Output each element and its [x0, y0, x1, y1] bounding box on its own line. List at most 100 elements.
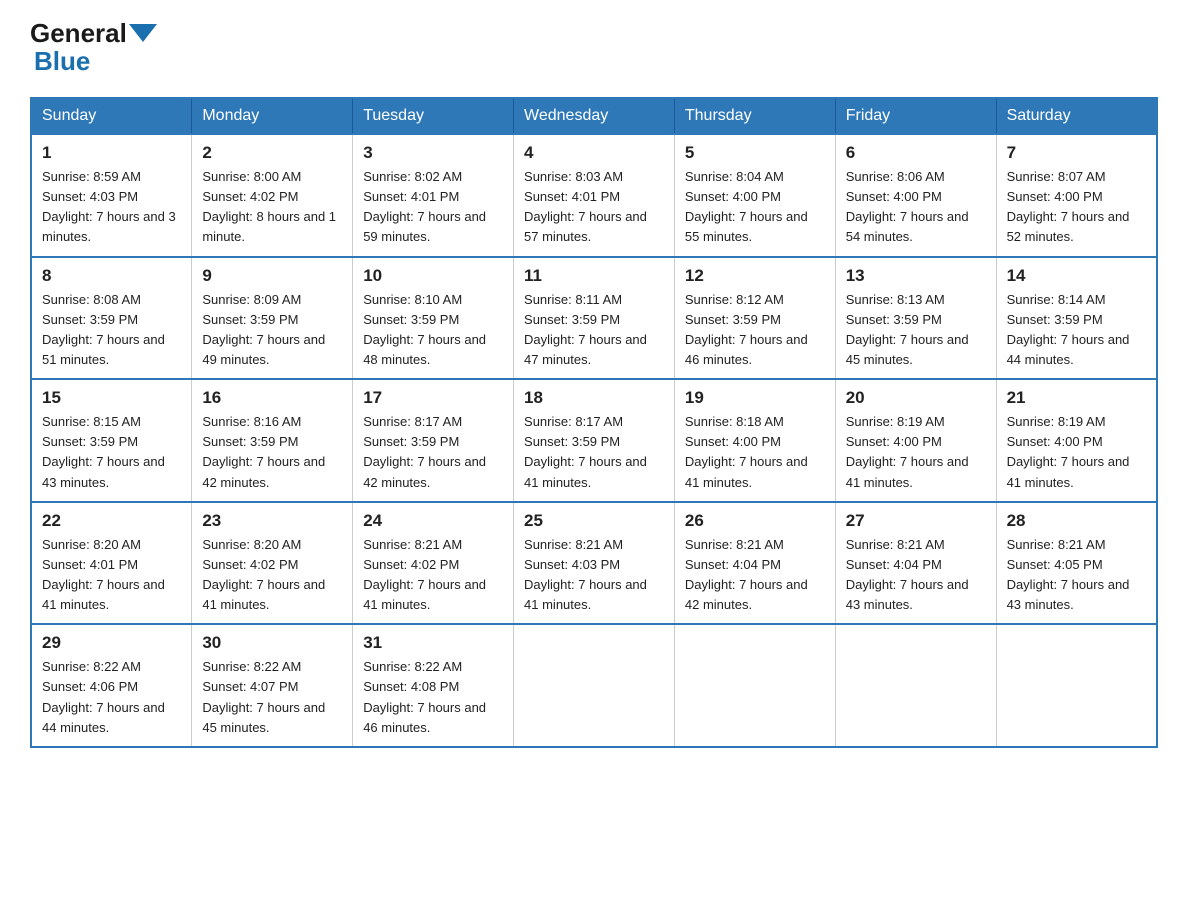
weekday-header-monday: Monday — [192, 98, 353, 134]
day-info: Sunrise: 8:02 AM Sunset: 4:01 PM Dayligh… — [363, 167, 503, 248]
calendar-day-cell: 12 Sunrise: 8:12 AM Sunset: 3:59 PM Dayl… — [674, 257, 835, 380]
weekday-header-friday: Friday — [835, 98, 996, 134]
calendar-day-cell: 16 Sunrise: 8:16 AM Sunset: 3:59 PM Dayl… — [192, 379, 353, 502]
day-info: Sunrise: 8:17 AM Sunset: 3:59 PM Dayligh… — [363, 412, 503, 493]
calendar-day-cell: 26 Sunrise: 8:21 AM Sunset: 4:04 PM Dayl… — [674, 502, 835, 625]
day-info: Sunrise: 8:17 AM Sunset: 3:59 PM Dayligh… — [524, 412, 664, 493]
logo-text-general: General — [30, 20, 127, 46]
day-number: 31 — [363, 633, 503, 653]
calendar-day-cell — [674, 624, 835, 747]
calendar-day-cell: 19 Sunrise: 8:18 AM Sunset: 4:00 PM Dayl… — [674, 379, 835, 502]
day-number: 14 — [1007, 266, 1146, 286]
calendar-day-cell: 28 Sunrise: 8:21 AM Sunset: 4:05 PM Dayl… — [996, 502, 1157, 625]
day-info: Sunrise: 8:21 AM Sunset: 4:04 PM Dayligh… — [846, 535, 986, 616]
calendar-week-row: 22 Sunrise: 8:20 AM Sunset: 4:01 PM Dayl… — [31, 502, 1157, 625]
day-number: 17 — [363, 388, 503, 408]
calendar-week-row: 1 Sunrise: 8:59 AM Sunset: 4:03 PM Dayli… — [31, 134, 1157, 257]
calendar-day-cell: 11 Sunrise: 8:11 AM Sunset: 3:59 PM Dayl… — [514, 257, 675, 380]
day-info: Sunrise: 8:11 AM Sunset: 3:59 PM Dayligh… — [524, 290, 664, 371]
calendar-body: 1 Sunrise: 8:59 AM Sunset: 4:03 PM Dayli… — [31, 134, 1157, 747]
calendar-day-cell: 2 Sunrise: 8:00 AM Sunset: 4:02 PM Dayli… — [192, 134, 353, 257]
calendar-day-cell: 18 Sunrise: 8:17 AM Sunset: 3:59 PM Dayl… — [514, 379, 675, 502]
day-info: Sunrise: 8:07 AM Sunset: 4:00 PM Dayligh… — [1007, 167, 1146, 248]
day-number: 18 — [524, 388, 664, 408]
day-number: 26 — [685, 511, 825, 531]
day-info: Sunrise: 8:20 AM Sunset: 4:02 PM Dayligh… — [202, 535, 342, 616]
day-number: 10 — [363, 266, 503, 286]
calendar-day-cell: 5 Sunrise: 8:04 AM Sunset: 4:00 PM Dayli… — [674, 134, 835, 257]
day-number: 28 — [1007, 511, 1146, 531]
day-number: 7 — [1007, 143, 1146, 163]
day-number: 16 — [202, 388, 342, 408]
day-number: 1 — [42, 143, 181, 163]
day-info: Sunrise: 8:59 AM Sunset: 4:03 PM Dayligh… — [42, 167, 181, 248]
weekday-header-thursday: Thursday — [674, 98, 835, 134]
calendar-day-cell: 21 Sunrise: 8:19 AM Sunset: 4:00 PM Dayl… — [996, 379, 1157, 502]
day-info: Sunrise: 8:06 AM Sunset: 4:00 PM Dayligh… — [846, 167, 986, 248]
calendar-table: SundayMondayTuesdayWednesdayThursdayFrid… — [30, 97, 1158, 748]
day-info: Sunrise: 8:19 AM Sunset: 4:00 PM Dayligh… — [846, 412, 986, 493]
logo-text-blue: Blue — [34, 46, 90, 77]
day-number: 29 — [42, 633, 181, 653]
day-info: Sunrise: 8:09 AM Sunset: 3:59 PM Dayligh… — [202, 290, 342, 371]
logo-triangle-icon — [129, 24, 157, 42]
day-number: 30 — [202, 633, 342, 653]
calendar-day-cell — [996, 624, 1157, 747]
day-info: Sunrise: 8:22 AM Sunset: 4:07 PM Dayligh… — [202, 657, 342, 738]
calendar-day-cell: 1 Sunrise: 8:59 AM Sunset: 4:03 PM Dayli… — [31, 134, 192, 257]
calendar-day-cell: 9 Sunrise: 8:09 AM Sunset: 3:59 PM Dayli… — [192, 257, 353, 380]
day-number: 27 — [846, 511, 986, 531]
day-number: 15 — [42, 388, 181, 408]
weekday-header-wednesday: Wednesday — [514, 98, 675, 134]
calendar-day-cell: 3 Sunrise: 8:02 AM Sunset: 4:01 PM Dayli… — [353, 134, 514, 257]
day-info: Sunrise: 8:10 AM Sunset: 3:59 PM Dayligh… — [363, 290, 503, 371]
day-number: 2 — [202, 143, 342, 163]
calendar-day-cell: 14 Sunrise: 8:14 AM Sunset: 3:59 PM Dayl… — [996, 257, 1157, 380]
day-number: 5 — [685, 143, 825, 163]
calendar-day-cell: 30 Sunrise: 8:22 AM Sunset: 4:07 PM Dayl… — [192, 624, 353, 747]
calendar-header-row: SundayMondayTuesdayWednesdayThursdayFrid… — [31, 98, 1157, 134]
day-number: 25 — [524, 511, 664, 531]
day-number: 12 — [685, 266, 825, 286]
day-info: Sunrise: 8:03 AM Sunset: 4:01 PM Dayligh… — [524, 167, 664, 248]
day-info: Sunrise: 8:04 AM Sunset: 4:00 PM Dayligh… — [685, 167, 825, 248]
calendar-week-row: 15 Sunrise: 8:15 AM Sunset: 3:59 PM Dayl… — [31, 379, 1157, 502]
day-info: Sunrise: 8:20 AM Sunset: 4:01 PM Dayligh… — [42, 535, 181, 616]
calendar-day-cell: 7 Sunrise: 8:07 AM Sunset: 4:00 PM Dayli… — [996, 134, 1157, 257]
day-info: Sunrise: 8:21 AM Sunset: 4:04 PM Dayligh… — [685, 535, 825, 616]
day-number: 3 — [363, 143, 503, 163]
day-info: Sunrise: 8:21 AM Sunset: 4:02 PM Dayligh… — [363, 535, 503, 616]
day-info: Sunrise: 8:13 AM Sunset: 3:59 PM Dayligh… — [846, 290, 986, 371]
calendar-day-cell: 27 Sunrise: 8:21 AM Sunset: 4:04 PM Dayl… — [835, 502, 996, 625]
day-info: Sunrise: 8:15 AM Sunset: 3:59 PM Dayligh… — [42, 412, 181, 493]
day-number: 11 — [524, 266, 664, 286]
day-number: 24 — [363, 511, 503, 531]
day-number: 6 — [846, 143, 986, 163]
day-info: Sunrise: 8:18 AM Sunset: 4:00 PM Dayligh… — [685, 412, 825, 493]
calendar-day-cell: 4 Sunrise: 8:03 AM Sunset: 4:01 PM Dayli… — [514, 134, 675, 257]
day-info: Sunrise: 8:19 AM Sunset: 4:00 PM Dayligh… — [1007, 412, 1146, 493]
calendar-day-cell — [835, 624, 996, 747]
calendar-day-cell: 17 Sunrise: 8:17 AM Sunset: 3:59 PM Dayl… — [353, 379, 514, 502]
calendar-day-cell: 8 Sunrise: 8:08 AM Sunset: 3:59 PM Dayli… — [31, 257, 192, 380]
calendar-week-row: 8 Sunrise: 8:08 AM Sunset: 3:59 PM Dayli… — [31, 257, 1157, 380]
calendar-day-cell: 31 Sunrise: 8:22 AM Sunset: 4:08 PM Dayl… — [353, 624, 514, 747]
weekday-header-sunday: Sunday — [31, 98, 192, 134]
day-info: Sunrise: 8:22 AM Sunset: 4:06 PM Dayligh… — [42, 657, 181, 738]
day-info: Sunrise: 8:16 AM Sunset: 3:59 PM Dayligh… — [202, 412, 342, 493]
day-number: 19 — [685, 388, 825, 408]
weekday-header-saturday: Saturday — [996, 98, 1157, 134]
day-info: Sunrise: 8:22 AM Sunset: 4:08 PM Dayligh… — [363, 657, 503, 738]
calendar-day-cell: 10 Sunrise: 8:10 AM Sunset: 3:59 PM Dayl… — [353, 257, 514, 380]
day-number: 23 — [202, 511, 342, 531]
calendar-day-cell: 23 Sunrise: 8:20 AM Sunset: 4:02 PM Dayl… — [192, 502, 353, 625]
day-number: 22 — [42, 511, 181, 531]
weekday-header-tuesday: Tuesday — [353, 98, 514, 134]
day-info: Sunrise: 8:21 AM Sunset: 4:03 PM Dayligh… — [524, 535, 664, 616]
day-number: 9 — [202, 266, 342, 286]
calendar-day-cell: 24 Sunrise: 8:21 AM Sunset: 4:02 PM Dayl… — [353, 502, 514, 625]
calendar-day-cell: 20 Sunrise: 8:19 AM Sunset: 4:00 PM Dayl… — [835, 379, 996, 502]
calendar-day-cell: 22 Sunrise: 8:20 AM Sunset: 4:01 PM Dayl… — [31, 502, 192, 625]
calendar-day-cell: 6 Sunrise: 8:06 AM Sunset: 4:00 PM Dayli… — [835, 134, 996, 257]
day-info: Sunrise: 8:21 AM Sunset: 4:05 PM Dayligh… — [1007, 535, 1146, 616]
